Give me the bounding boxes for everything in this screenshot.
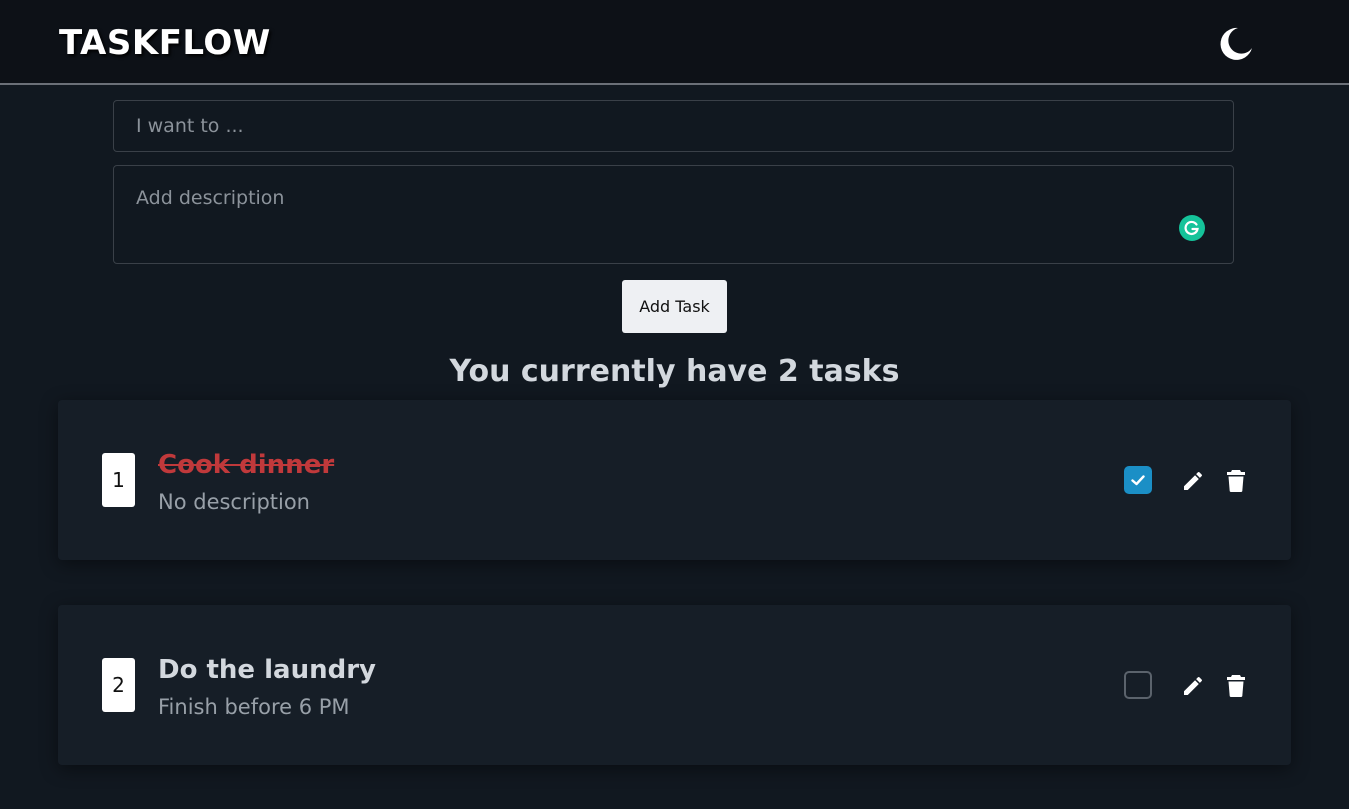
task-count-heading: You currently have 2 tasks: [449, 354, 900, 389]
pencil-icon: [1184, 676, 1203, 695]
task-title: Do the laundry: [158, 655, 376, 685]
task-description-input[interactable]: [113, 165, 1234, 264]
trash-icon: [1227, 675, 1245, 697]
task-complete-checkbox[interactable]: [1124, 466, 1152, 494]
task-card: 2 Do the laundry Finish before 6 PM: [58, 605, 1291, 765]
task-description: No description: [158, 490, 310, 514]
task-title-input[interactable]: [113, 100, 1234, 152]
add-task-button[interactable]: Add Task: [622, 280, 727, 333]
delete-task-button[interactable]: [1226, 469, 1246, 493]
task-complete-checkbox[interactable]: [1124, 671, 1152, 699]
theme-toggle-button[interactable]: [1216, 24, 1256, 64]
delete-task-button[interactable]: [1226, 674, 1246, 698]
task-card: 1 Cook dinner No description: [58, 400, 1291, 560]
task-number: 1: [102, 453, 135, 507]
task-description: Finish before 6 PM: [158, 695, 350, 719]
check-icon: [1131, 475, 1145, 486]
task-title: Cook dinner: [158, 450, 335, 480]
pencil-icon: [1184, 471, 1203, 490]
moon-icon: [1220, 27, 1252, 60]
task-number: 2: [102, 658, 135, 712]
edit-task-button[interactable]: [1181, 469, 1205, 493]
app-brand[interactable]: TASKFLOW: [59, 22, 271, 64]
grammarly-icon[interactable]: [1179, 215, 1205, 241]
trash-icon: [1227, 470, 1245, 492]
app-header: TASKFLOW: [0, 0, 1349, 85]
edit-task-button[interactable]: [1181, 674, 1205, 698]
